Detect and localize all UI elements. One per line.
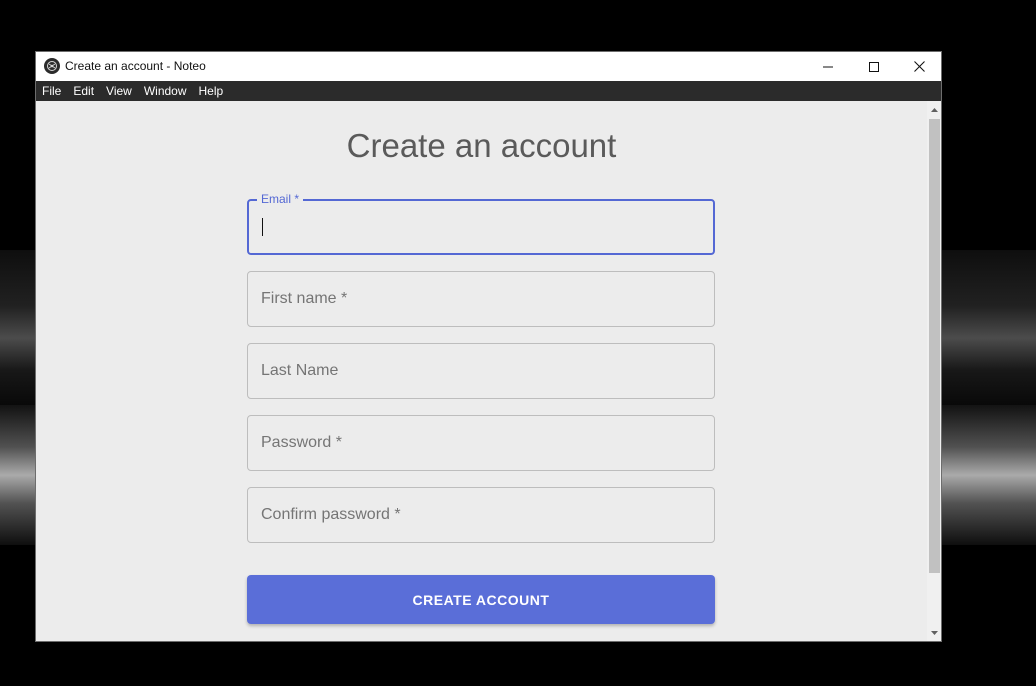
scroll-down-button[interactable] [927, 626, 941, 640]
menu-file[interactable]: File [36, 81, 67, 101]
menu-edit[interactable]: Edit [67, 81, 100, 101]
scroll-up-button[interactable] [927, 103, 941, 117]
password-field[interactable]: Password * [247, 415, 715, 471]
title-bar[interactable]: Create an account - Noteo [36, 52, 941, 81]
close-icon [913, 61, 925, 72]
vertical-scrollbar[interactable] [927, 101, 941, 641]
window-title: Create an account - Noteo [65, 59, 206, 73]
last-name-field[interactable]: Last Name [247, 343, 715, 399]
content-area: Create an account Email * First name * L… [36, 101, 927, 641]
menu-view[interactable]: View [100, 81, 138, 101]
password-label: Password * [261, 434, 342, 451]
text-cursor [262, 218, 263, 236]
confirm-password-label: Confirm password * [261, 506, 401, 523]
arrow-up-icon [930, 108, 938, 112]
scroll-thumb[interactable] [929, 119, 940, 573]
page-title: Create an account [346, 127, 617, 164]
menu-bar: File Edit View Window Help [36, 81, 941, 101]
noteo-app-icon [44, 58, 60, 74]
menu-help[interactable]: Help [193, 81, 230, 101]
create-account-button[interactable]: CREATE ACCOUNT [247, 575, 715, 624]
minimize-icon [823, 66, 833, 67]
close-button[interactable] [896, 52, 941, 81]
first-name-field[interactable]: First name * [247, 271, 715, 327]
first-name-label: First name * [261, 290, 348, 307]
desktop: Create an account - Noteo File Edit View… [0, 0, 1036, 686]
confirm-password-field[interactable]: Confirm password * [247, 487, 715, 543]
maximize-button[interactable] [851, 52, 897, 81]
email-field[interactable]: Email * [247, 192, 715, 255]
app-window: Create an account - Noteo File Edit View… [35, 51, 942, 642]
maximize-icon [869, 61, 879, 72]
menu-window[interactable]: Window [138, 81, 193, 101]
minimize-button[interactable] [805, 52, 851, 81]
last-name-label: Last Name [261, 362, 339, 379]
email-label: Email * [257, 192, 304, 206]
arrow-down-icon [930, 631, 938, 635]
